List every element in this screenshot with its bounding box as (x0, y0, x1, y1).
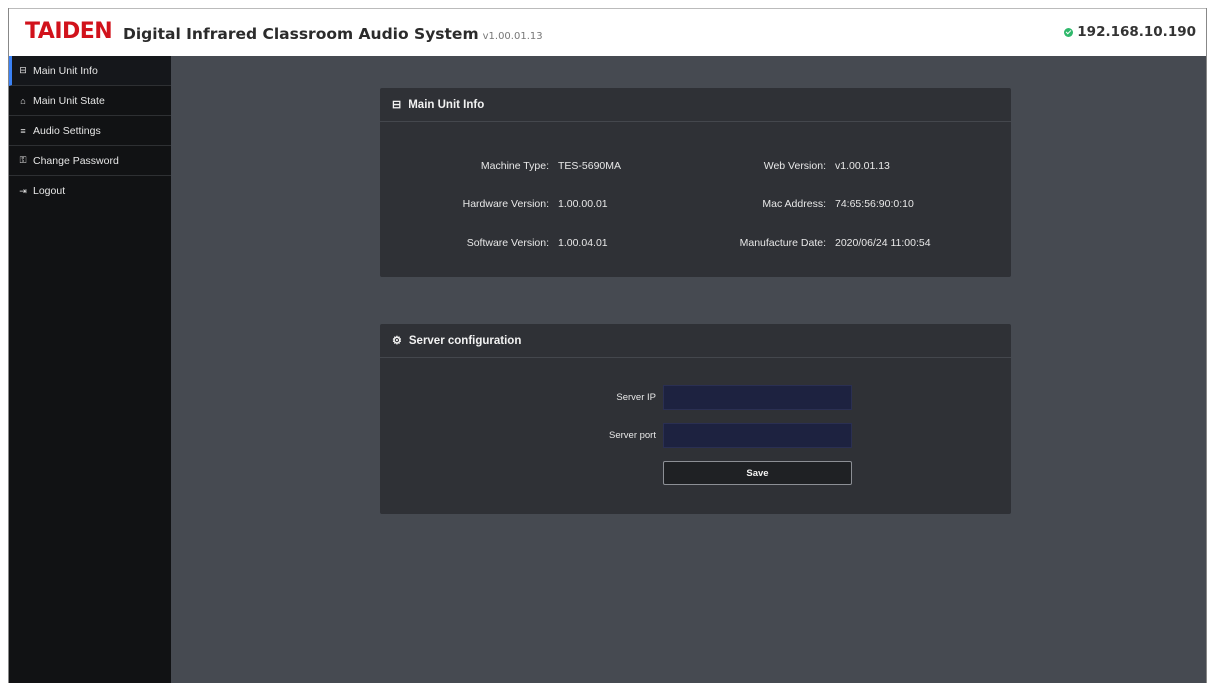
card-header: ⚙ Server configuration (380, 324, 1011, 358)
sidebar-item-label: Audio Settings (33, 124, 101, 137)
sidebar-item-label: Main Unit State (33, 94, 105, 107)
machine-type-label: Machine Type: (480, 160, 549, 172)
manufacture-date-label: Manufacture Date: (739, 237, 826, 249)
server-config-card: ⚙ Server configuration Server IP Server … (380, 324, 1011, 514)
sidebar-item-logout[interactable]: ⇥ Logout (9, 176, 171, 206)
ip-address: 192.168.10.190 (1077, 24, 1196, 40)
save-button[interactable]: Save (663, 461, 852, 485)
app-title-text: Digital Infrared Classroom Audio System (123, 25, 479, 43)
status-check-icon (1064, 27, 1074, 37)
brand-logo: TAIDEN (25, 19, 113, 44)
main-unit-info-card: ⊟ Main Unit Info Machine Type: TES-5690M… (380, 88, 1011, 277)
sidebar-item-change-password[interactable]: ⚿ Change Password (9, 146, 171, 176)
sliders-icon: ≡ (20, 125, 26, 136)
sidebar-item-label: Change Password (33, 154, 119, 167)
sidebar-item-main-unit-info[interactable]: ⊟ Main Unit Info (9, 56, 171, 86)
server-port-label: Server port (609, 430, 656, 441)
mac-address-value: 74:65:56:90:0:10 (835, 198, 914, 210)
card-title: Main Unit Info (408, 98, 485, 111)
server-form: Server IP Server port Save (380, 358, 1011, 514)
server-ip-input[interactable] (663, 385, 852, 410)
app-title: Digital Infrared Classroom Audio System v… (123, 25, 543, 43)
server-ip-label: Server IP (616, 392, 656, 403)
mac-address-label: Mac Address: (762, 198, 826, 210)
main-content: ⊟ Main Unit Info Machine Type: TES-5690M… (171, 56, 1206, 683)
gear-icon: ⚙ (392, 335, 402, 347)
logout-icon: ⇥ (19, 185, 27, 196)
sidebar-item-label: Logout (33, 185, 66, 197)
app-version: v1.00.01.13 (482, 31, 543, 42)
software-version-label: Software Version: (466, 237, 549, 249)
hardware-version-label: Hardware Version: (462, 198, 549, 210)
software-version-value: 1.00.04.01 (558, 237, 608, 249)
sidebar: ⊟ Main Unit Info ⌂ Main Unit State ≡ Aud… (9, 56, 171, 683)
machine-type-value: TES-5690MA (558, 160, 622, 172)
monitor-icon: ⊟ (392, 99, 402, 111)
app-window: TAIDEN Digital Infrared Classroom Audio … (8, 8, 1207, 683)
web-version-label: Web Version: (763, 160, 826, 172)
hardware-version-value: 1.00.00.01 (558, 198, 608, 210)
key-icon: ⚿ (19, 155, 27, 165)
sidebar-item-audio-settings[interactable]: ≡ Audio Settings (9, 116, 171, 146)
sidebar-item-label: Main Unit Info (33, 64, 98, 77)
server-port-input[interactable] (663, 423, 852, 448)
card-title: Server configuration (408, 334, 522, 347)
web-version-value: v1.00.01.13 (835, 160, 890, 172)
home-icon: ⌂ (20, 95, 26, 106)
info-row: Software Version: 1.00.04.01 Manufacture… (380, 237, 1011, 251)
info-row: Machine Type: TES-5690MA Web Version: v1… (380, 160, 1011, 174)
card-header: ⊟ Main Unit Info (380, 88, 1011, 122)
info-grid: Machine Type: TES-5690MA Web Version: v1… (380, 122, 1011, 277)
sidebar-item-main-unit-state[interactable]: ⌂ Main Unit State (9, 86, 171, 116)
monitor-icon: ⊟ (19, 65, 27, 75)
device-ip: 192.168.10.190 (1064, 24, 1196, 40)
manufacture-date-value: 2020/06/24 11:00:54 (835, 237, 931, 249)
info-row: Hardware Version: 1.00.00.01 Mac Address… (380, 198, 1011, 212)
top-bar: TAIDEN Digital Infrared Classroom Audio … (9, 8, 1206, 56)
